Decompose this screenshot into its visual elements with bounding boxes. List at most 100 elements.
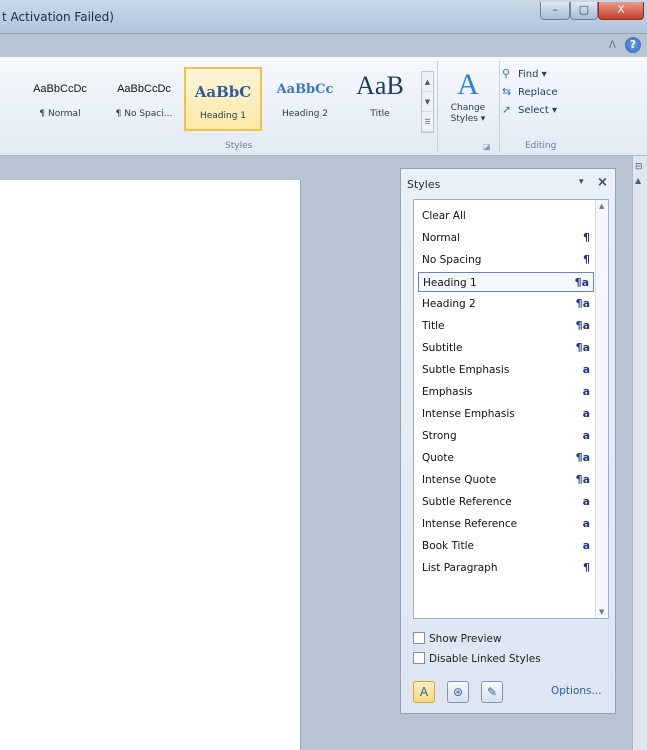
style-list-item[interactable]: Subtle Emphasis a	[418, 360, 594, 380]
style-list-item-label: List Paragraph	[422, 562, 498, 574]
style-list-item[interactable]: Title ¶a	[418, 316, 594, 336]
gallery-scroll: ▲ ▼ ☰	[421, 71, 434, 133]
new-style-button[interactable]: A	[413, 681, 435, 703]
close-button[interactable]: X	[598, 2, 644, 20]
style-tile-normal[interactable]: AaBbCcDc ¶ Normal	[22, 67, 98, 131]
style-type-icon: a	[582, 517, 590, 530]
styles-pane-title: Styles	[407, 178, 441, 191]
style-type-icon: ¶a	[574, 276, 589, 289]
style-list-item-label: Heading 1	[423, 277, 477, 289]
scroll-up-icon[interactable]: ▲	[599, 202, 604, 210]
minimize-button[interactable]: –	[540, 2, 570, 20]
style-list-item[interactable]: Intense Quote ¶a	[418, 470, 594, 490]
manage-styles-button[interactable]: ✎	[481, 681, 503, 703]
style-list-item[interactable]: Normal ¶	[418, 228, 594, 248]
style-tile-title[interactable]: AaB Title	[346, 67, 414, 131]
style-list-item-label: Intense Reference	[422, 518, 518, 530]
style-name: Heading 2	[281, 109, 329, 119]
scroll-down-icon[interactable]: ▼	[599, 608, 604, 616]
replace-icon: ⇆	[502, 85, 512, 98]
style-list-item[interactable]: Strong a	[418, 426, 594, 446]
ribbon: AaBbCcDc ¶ Normal AaBbCcDc ¶ No Spaci...…	[0, 56, 647, 156]
show-preview-checkbox[interactable]: Show Preview	[413, 631, 502, 647]
style-type-icon: a	[582, 407, 590, 420]
style-list-item-label: Subtle Reference	[422, 496, 512, 508]
style-type-icon: a	[582, 429, 590, 442]
disable-linked-label: Disable Linked Styles	[429, 653, 541, 665]
style-inspector-button[interactable]: ⊛	[447, 681, 469, 703]
style-type-icon: a	[582, 385, 590, 398]
manage-styles-icon: ✎	[486, 685, 498, 699]
gallery-up-button[interactable]: ▲	[422, 72, 433, 92]
checkbox-box[interactable]	[413, 652, 425, 664]
style-tile-no-spacing[interactable]: AaBbCcDc ¶ No Spaci...	[106, 67, 182, 131]
styles-group-label: Styles	[225, 141, 253, 151]
style-list-item[interactable]: Subtle Reference a	[418, 492, 594, 512]
gallery-more-button[interactable]: ☰	[422, 112, 433, 132]
style-type-icon: ¶	[583, 561, 590, 574]
find-label: Find ▾	[518, 69, 547, 80]
style-list-item[interactable]: Intense Reference a	[418, 514, 594, 534]
change-styles-icon: A	[457, 68, 479, 101]
find-button[interactable]: ⚲ Find ▾	[502, 65, 582, 83]
style-tile-heading-2[interactable]: AaBbCc Heading 2	[268, 67, 342, 131]
options-link[interactable]: Options...	[551, 685, 602, 697]
help-icon[interactable]: ?	[625, 37, 641, 53]
style-name: ¶ No Spaci...	[115, 109, 173, 119]
replace-button[interactable]: ⇆ Replace	[502, 83, 582, 101]
style-tile-heading-1[interactable]: AaBbC Heading 1	[184, 67, 262, 131]
group-divider	[499, 61, 500, 153]
document-page[interactable]	[0, 180, 301, 750]
styles-list-scrollbar[interactable]: ▲ ▼	[595, 200, 608, 618]
style-type-icon: ¶a	[575, 473, 590, 486]
replace-label: Replace	[518, 87, 558, 98]
title-bar: t Activation Failed) – ▢ X	[0, 0, 647, 34]
style-list-item-label: Emphasis	[422, 386, 473, 398]
style-type-icon: a	[582, 363, 590, 376]
style-list-item-label: Intense Emphasis	[422, 408, 515, 420]
style-list-item[interactable]: List Paragraph ¶	[418, 558, 594, 578]
change-styles-label-2: Styles ▾	[450, 114, 486, 124]
pane-close-icon[interactable]: ×	[597, 175, 608, 190]
style-list-item[interactable]: Clear All	[418, 206, 594, 226]
vertical-scrollbar[interactable]: ⊟ ▲	[632, 156, 647, 750]
style-type-icon: ¶a	[575, 341, 590, 354]
style-list-item[interactable]: Heading 1 ¶a	[418, 272, 594, 292]
disable-linked-styles-checkbox[interactable]: Disable Linked Styles	[413, 651, 541, 667]
minimize-ribbon-icon[interactable]: ᐱ	[609, 40, 616, 51]
styles-list: Clear All Normal ¶ No Spacing ¶ Heading 1 ¶a He…	[413, 199, 609, 619]
gallery-down-button[interactable]: ▼	[422, 92, 433, 112]
style-sample: AaBbCcDc	[117, 83, 171, 95]
style-type-icon: ¶a	[575, 319, 590, 332]
editing-group-label: Editing	[525, 141, 557, 151]
style-sample: AaB	[356, 71, 404, 100]
style-list-item-label: Subtitle	[422, 342, 463, 354]
style-type-icon: ¶a	[575, 451, 590, 464]
new-style-icon: A	[419, 685, 429, 699]
pane-options-dropdown-icon[interactable]: ▾	[579, 177, 584, 187]
checkbox-box[interactable]	[413, 632, 425, 644]
style-name: ¶ Normal	[39, 109, 81, 119]
style-list-item[interactable]: Book Title a	[418, 536, 594, 556]
style-type-icon: ¶a	[575, 297, 590, 310]
style-list-item-label: Intense Quote	[422, 474, 497, 486]
style-list-item[interactable]: Heading 2 ¶a	[418, 294, 594, 314]
change-styles-button[interactable]: A Change Styles ▾	[440, 67, 496, 147]
maximize-button[interactable]: ▢	[570, 2, 598, 20]
style-inspector-icon: ⊛	[452, 685, 464, 699]
style-list-item[interactable]: Intense Emphasis a	[418, 404, 594, 424]
style-type-icon: a	[582, 495, 590, 508]
style-list-item[interactable]: No Spacing ¶	[418, 250, 594, 270]
select-button[interactable]: ➚ Select ▾	[502, 101, 582, 119]
style-list-item[interactable]: Quote ¶a	[418, 448, 594, 468]
style-list-item[interactable]: Emphasis a	[418, 382, 594, 402]
quick-styles-gallery: AaBbCcDc ¶ Normal AaBbCcDc ¶ No Spaci...…	[22, 67, 420, 131]
group-divider	[437, 61, 438, 153]
scroll-up-icon[interactable]: ▲	[635, 176, 641, 185]
style-list-item-label: Book Title	[422, 540, 474, 552]
view-ruler-icon[interactable]: ⊟	[635, 162, 643, 172]
style-list-item-label: Subtle Emphasis	[422, 364, 510, 376]
style-list-item-label: Strong	[422, 430, 457, 442]
style-list-item[interactable]: Subtitle ¶a	[418, 338, 594, 358]
editing-group: ⚲ Find ▾ ⇆ Replace ➚ Select ▾	[502, 65, 582, 119]
